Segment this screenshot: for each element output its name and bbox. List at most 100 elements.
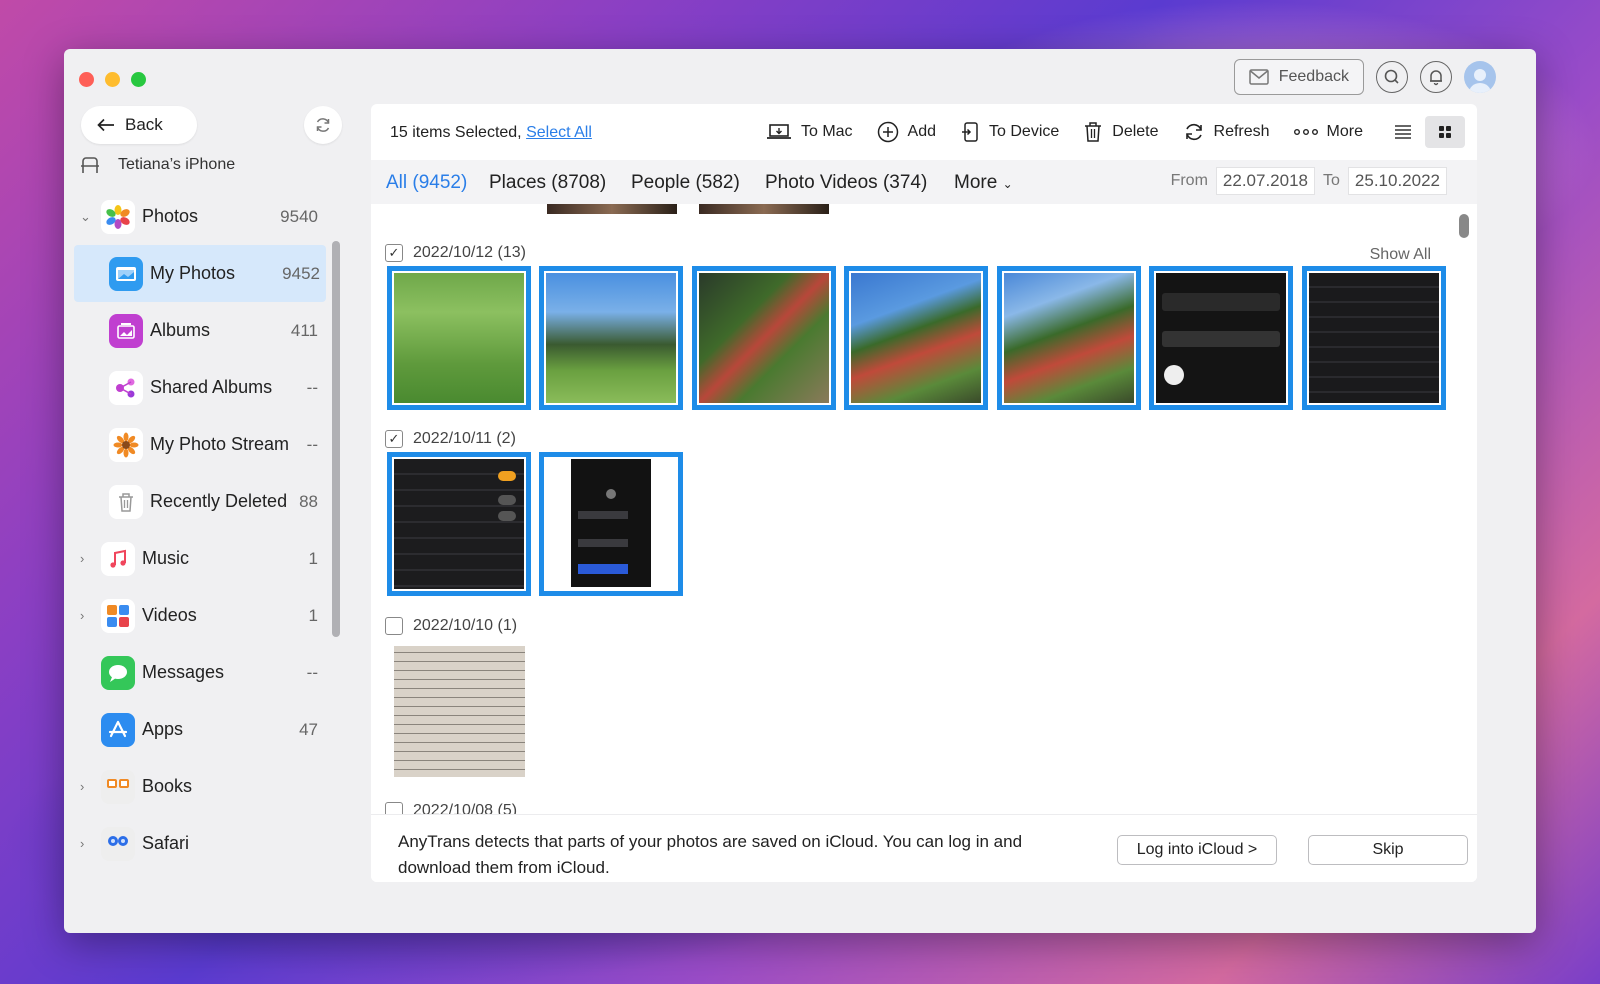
select-all-link[interactable]: Select All xyxy=(526,124,592,141)
sidebar-item-count: 9452 xyxy=(282,263,320,283)
sidebar-item-books[interactable]: › Books xyxy=(64,758,334,815)
zoom-window-button[interactable] xyxy=(131,72,146,87)
date-group-header: 2022/10/10 (1) xyxy=(385,617,517,635)
delete-button[interactable]: Delete xyxy=(1083,121,1159,143)
date-group-header: ✓ 2022/10/11 (2) xyxy=(385,430,516,448)
sidebar-item-photos[interactable]: ⌄ Photos 9540 xyxy=(64,188,334,245)
refresh-button[interactable]: Refresh xyxy=(1183,121,1270,143)
chevron-right-icon[interactable]: › xyxy=(80,551,92,566)
delete-label: Delete xyxy=(1112,123,1159,140)
sidebar-item-apps[interactable]: Apps 47 xyxy=(64,701,334,758)
sidebar-item-messages[interactable]: Messages -- xyxy=(64,644,334,701)
sync-icon xyxy=(316,118,330,132)
photo-grid: ✓ 2022/10/12 (13) Show All ✓ 2022/10/11 … xyxy=(371,204,1477,814)
sidebar-item-shared-albums[interactable]: Shared Albums -- xyxy=(64,359,334,416)
chevron-right-icon[interactable]: › xyxy=(80,779,92,794)
photo-thumbnail[interactable] xyxy=(844,266,988,410)
sidebar-item-label: Photos xyxy=(142,206,199,226)
tab-all[interactable]: All (9452) xyxy=(386,172,467,194)
log-into-icloud-button[interactable]: Log into iCloud > xyxy=(1117,835,1277,865)
to-date-field[interactable]: 25.10.2022 xyxy=(1347,167,1447,195)
chevron-down-icon[interactable]: ⌄ xyxy=(80,209,92,225)
chevron-right-icon[interactable]: › xyxy=(80,836,92,851)
sidebar-scrollbar[interactable] xyxy=(332,241,340,637)
to-device-icon xyxy=(962,122,978,142)
chevron-down-icon: ⌄ xyxy=(1002,177,1013,191)
to-mac-button[interactable]: To Mac xyxy=(766,122,853,142)
skip-button[interactable]: Skip xyxy=(1308,835,1468,865)
trash-icon xyxy=(1085,122,1102,142)
sidebar-item-my-photos[interactable]: My Photos 9452 xyxy=(74,245,326,302)
sidebar-item-safari[interactable]: › Safari xyxy=(64,815,334,872)
sidebar-item-count: 88 xyxy=(299,491,318,511)
sidebar-item-music[interactable]: › Music 1 xyxy=(64,530,334,587)
group-checkbox[interactable] xyxy=(385,802,403,814)
feedback-button[interactable]: Feedback xyxy=(1233,59,1364,95)
search-button[interactable] xyxy=(1376,61,1408,93)
arrow-left-icon xyxy=(97,118,114,132)
ellipsis-icon xyxy=(1293,129,1318,135)
sidebar-item-count: 1 xyxy=(308,605,318,625)
back-button[interactable]: Back xyxy=(81,106,197,144)
photo-thumbnail[interactable] xyxy=(997,266,1141,410)
sidebar-item-label: Apps xyxy=(142,719,184,739)
chevron-right-icon[interactable]: › xyxy=(80,608,92,623)
device-icon xyxy=(81,157,99,173)
books-icon xyxy=(101,769,135,804)
tab-people[interactable]: People (582) xyxy=(631,172,740,194)
sidebar-item-videos[interactable]: › Videos 1 xyxy=(64,587,334,644)
sidebar-item-label: Videos xyxy=(142,605,197,625)
list-view-button[interactable] xyxy=(1383,116,1423,148)
sidebar-item-label: My Photos xyxy=(150,263,236,283)
sidebar-item-my-photo-stream[interactable]: My Photo Stream -- xyxy=(64,416,334,473)
window-controls xyxy=(79,72,146,87)
photo-thumbnail[interactable] xyxy=(539,266,683,410)
safari-icon xyxy=(101,826,135,861)
sidebar-item-label: My Photo Stream xyxy=(150,434,290,454)
tab-photo-videos[interactable]: Photo Videos (374) xyxy=(765,172,927,194)
more-actions-button[interactable]: More xyxy=(1293,123,1363,141)
photo-thumbnail[interactable] xyxy=(1149,266,1293,410)
group-date-label: 2022/10/11 (2) xyxy=(413,430,516,447)
sidebar-item-label: Music xyxy=(142,548,190,568)
group-checkbox[interactable]: ✓ xyxy=(385,244,403,262)
icloud-banner: AnyTrans detects that parts of your phot… xyxy=(371,814,1477,882)
photo-thumbnail[interactable] xyxy=(387,452,531,596)
sidebar-item-count: -- xyxy=(306,662,318,682)
photo-thumbnail-partial[interactable] xyxy=(699,204,829,214)
photo-thumbnail[interactable] xyxy=(692,266,836,410)
apps-icon xyxy=(101,712,135,747)
shared-albums-icon xyxy=(109,370,143,405)
to-device-button[interactable]: To Device xyxy=(960,121,1059,143)
show-all-link[interactable]: Show All xyxy=(1370,246,1431,264)
close-window-button[interactable] xyxy=(79,72,94,87)
group-checkbox[interactable]: ✓ xyxy=(385,430,403,448)
grid-icon xyxy=(1439,126,1451,138)
photo-thumbnail[interactable] xyxy=(387,266,531,410)
add-label: Add xyxy=(907,123,937,140)
photo-thumbnail-partial[interactable] xyxy=(547,204,677,214)
music-icon xyxy=(101,541,135,576)
icloud-message: AnyTrans detects that parts of your phot… xyxy=(398,832,1023,877)
main-panel: 15 items Selected, Select All To Mac Add… xyxy=(371,104,1477,882)
user-avatar[interactable] xyxy=(1464,61,1496,93)
add-button[interactable]: Add xyxy=(877,121,936,143)
sidebar-item-recently-deleted[interactable]: Recently Deleted 88 xyxy=(64,473,334,530)
group-checkbox[interactable] xyxy=(385,617,403,635)
tab-places[interactable]: Places (8708) xyxy=(489,172,606,194)
photo-thumbnail[interactable] xyxy=(394,646,525,777)
more-actions-label: More xyxy=(1326,123,1363,140)
sidebar-item-label: Albums xyxy=(150,320,211,340)
content-scrollbar[interactable] xyxy=(1459,214,1469,238)
notifications-button[interactable] xyxy=(1420,61,1452,93)
photo-thumbnail[interactable] xyxy=(1302,266,1446,410)
grid-view-button[interactable] xyxy=(1425,116,1465,148)
from-date-field[interactable]: 22.07.2018 xyxy=(1215,167,1315,195)
sidebar-item-albums[interactable]: Albums 411 xyxy=(64,302,334,359)
sync-button[interactable] xyxy=(304,106,342,144)
photo-thumbnail[interactable] xyxy=(539,452,683,596)
sidebar-item-label: Safari xyxy=(142,833,190,853)
minimize-window-button[interactable] xyxy=(105,72,120,87)
toolbar: 15 items Selected, Select All To Mac Add… xyxy=(371,104,1477,160)
tab-more[interactable]: More ⌄ xyxy=(954,172,1013,194)
